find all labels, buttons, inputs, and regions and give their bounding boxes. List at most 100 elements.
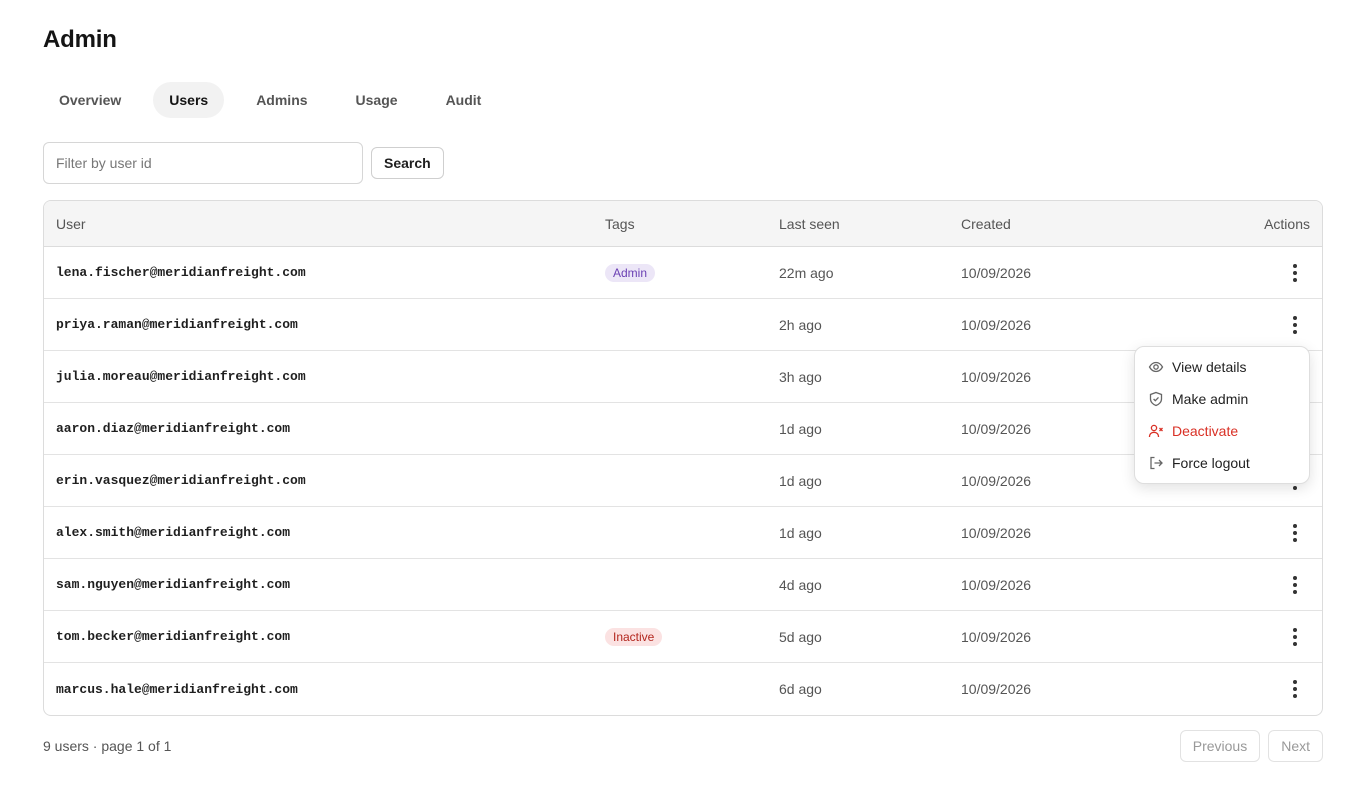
previous-button[interactable]: Previous <box>1179 730 1261 762</box>
pagination-summary: 9 users · page 1 of 1 <box>43 738 172 754</box>
tab-users[interactable]: Users <box>153 82 225 118</box>
last-seen: 3h ago <box>779 368 822 385</box>
tab-usage[interactable]: Usage <box>340 82 414 118</box>
actions-cell <box>1161 677 1322 701</box>
kebab-dot <box>1293 582 1297 587</box>
actions-cell <box>1161 521 1322 545</box>
more-actions-icon[interactable] <box>1283 313 1307 337</box>
created-date: 10/09/2026 <box>961 264 1032 281</box>
kebab-dot <box>1293 523 1297 528</box>
kebab-dot <box>1293 270 1297 275</box>
actions-cell <box>1161 313 1322 337</box>
kebab-dot <box>1293 634 1297 639</box>
menu-item-label: Deactivate <box>1172 423 1239 439</box>
more-actions-icon[interactable] <box>1283 261 1307 285</box>
next-button[interactable]: Next <box>1268 730 1323 762</box>
menu-item-make-admin[interactable]: Make admin <box>1135 383 1309 415</box>
actions-cell <box>1161 573 1322 597</box>
kebab-dot <box>1293 687 1297 691</box>
filter-input[interactable] <box>43 142 363 184</box>
kebab-dot <box>1293 589 1297 594</box>
table-row: marcus.hale@meridianfreight.com 6d ago 10/… <box>44 663 1322 715</box>
tab-audit[interactable]: Audit <box>430 82 498 118</box>
kebab-dot <box>1293 530 1297 535</box>
kebab-dot <box>1293 322 1297 327</box>
user-email: erin.vasquez@meridianfreight.com <box>56 473 306 488</box>
created-date: 10/09/2026 <box>961 368 1032 385</box>
table-row: alex.smith@meridianfreight.com 1d ago 10/0… <box>44 507 1322 559</box>
created-date: 10/09/2026 <box>961 420 1032 437</box>
kebab-dot <box>1293 537 1297 542</box>
table-row: erin.vasquez@meridianfreight.com 1d ago 10… <box>44 455 1322 507</box>
user-x-icon <box>1148 424 1163 438</box>
more-actions-icon[interactable] <box>1283 677 1307 701</box>
user-email: lena.fischer@meridianfreight.com <box>56 265 306 280</box>
search-button[interactable]: Search <box>371 147 444 179</box>
created-date: 10/09/2026 <box>961 628 1032 645</box>
user-email: tom.becker@meridianfreight.com <box>56 629 291 644</box>
admin-tag: Admin <box>605 263 656 282</box>
table-row: julia.moreau@meridianfreight.com 3h ago 10… <box>44 351 1322 403</box>
page-title: Admin <box>43 26 117 53</box>
kebab-dot <box>1293 485 1297 490</box>
more-actions-icon[interactable] <box>1283 521 1307 545</box>
table-row: tom.becker@meridianfreight.com Inactive 5d… <box>44 611 1322 663</box>
column-header-created: Created <box>961 215 1011 232</box>
menu-item-label: Force logout <box>1172 455 1250 471</box>
last-seen: 1d ago <box>779 420 822 437</box>
row-actions-menu: View details Make admin Deactivate Force… <box>1134 346 1310 484</box>
last-seen: 4d ago <box>779 576 822 593</box>
column-header-last-seen: Last seen <box>779 215 840 232</box>
more-actions-icon[interactable] <box>1283 573 1307 597</box>
tab-overview[interactable]: Overview <box>43 82 137 118</box>
kebab-dot <box>1293 694 1297 698</box>
table-row: sam.nguyen@meridianfreight.com 4d ago 10/0… <box>44 559 1322 611</box>
inactive-tag: Inactive <box>605 627 663 646</box>
menu-item-deactivate[interactable]: Deactivate <box>1135 415 1309 447</box>
user-email: marcus.hale@meridianfreight.com <box>56 681 298 697</box>
created-date: 10/09/2026 <box>961 472 1032 489</box>
last-seen: 1d ago <box>779 472 822 489</box>
more-actions-icon[interactable] <box>1283 625 1307 649</box>
user-email: julia.moreau@meridianfreight.com <box>56 369 306 384</box>
menu-item-force-logout[interactable]: Force logout <box>1135 447 1309 479</box>
table-row: aaron.diaz@meridianfreight.com 1d ago 10/0… <box>44 403 1322 455</box>
kebab-dot <box>1293 627 1297 632</box>
kebab-dot <box>1293 641 1297 646</box>
tab-admins[interactable]: Admins <box>240 82 323 118</box>
last-seen: 5d ago <box>779 628 822 645</box>
table-row: priya.raman@meridianfreight.com 2h ago 10/… <box>44 299 1322 351</box>
created-date: 10/09/2026 <box>961 681 1032 697</box>
actions-cell <box>1161 625 1322 649</box>
column-header-actions: Actions <box>1264 215 1310 232</box>
kebab-dot <box>1293 575 1297 580</box>
shield-icon <box>1149 391 1163 407</box>
last-seen: 2h ago <box>779 316 822 333</box>
tags-cell: Admin <box>605 263 779 282</box>
table-header: User Tags Last seen Created Actions <box>44 201 1322 247</box>
kebab-dot <box>1293 680 1297 684</box>
users-table: User Tags Last seen Created Actions lena… <box>43 200 1323 716</box>
column-header-tags: Tags <box>605 215 635 232</box>
logout-icon <box>1150 456 1163 470</box>
last-seen: 6d ago <box>779 681 822 697</box>
created-date: 10/09/2026 <box>961 524 1032 541</box>
kebab-dot <box>1293 329 1297 334</box>
menu-item-label: Make admin <box>1172 391 1249 407</box>
table-row: lena.fischer@meridianfreight.com Admin 22m… <box>44 247 1322 299</box>
tab-bar: Overview Users Admins Usage Audit <box>43 82 501 118</box>
column-header-user: User <box>56 215 86 232</box>
user-email: sam.nguyen@meridianfreight.com <box>56 577 291 592</box>
filter-bar: Search <box>43 142 444 184</box>
created-date: 10/09/2026 <box>961 316 1032 333</box>
kebab-dot <box>1293 315 1297 320</box>
tags-cell: Inactive <box>605 627 779 646</box>
last-seen: 1d ago <box>779 524 822 541</box>
user-email: alex.smith@meridianfreight.com <box>56 525 291 540</box>
menu-item-view-details[interactable]: View details <box>1135 351 1309 383</box>
last-seen: 22m ago <box>779 264 834 281</box>
admin-page: Admin Overview Users Admins Usage Audit … <box>0 0 1366 800</box>
user-email: aaron.diaz@meridianfreight.com <box>56 421 291 436</box>
actions-cell <box>1161 261 1322 285</box>
pagination: Previous Next <box>1179 730 1323 762</box>
